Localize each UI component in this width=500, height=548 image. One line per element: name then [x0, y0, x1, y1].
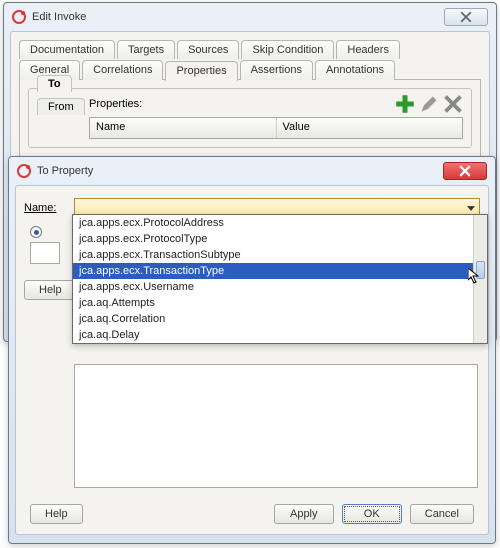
dropdown-item[interactable]: jca.aq.Delay [73, 327, 487, 343]
col-value[interactable]: Value [277, 118, 463, 138]
edit-invoke-title: Edit Invoke [32, 11, 444, 23]
tab-row-1: Documentation Targets Sources Skip Condi… [19, 40, 481, 59]
dropdown-item[interactable]: jca.aq.Correlation [73, 311, 487, 327]
edit-invoke-title-bar: Edit Invoke [4, 3, 496, 31]
oracle-icon [17, 164, 31, 178]
tab-documentation[interactable]: Documentation [19, 40, 115, 59]
subtab-to[interactable]: To [37, 75, 72, 92]
cancel-button[interactable]: Cancel [410, 504, 474, 524]
tab-annotations[interactable]: Annotations [315, 60, 395, 80]
pencil-icon [419, 94, 439, 114]
name-label: Name: [24, 202, 74, 214]
dropdown-item[interactable]: jca.aq.Attempts [73, 295, 487, 311]
dropdown-item[interactable]: jca.apps.ecx.ProtocolAddress [73, 215, 487, 231]
edit-button[interactable] [419, 95, 439, 113]
dropdown-item[interactable]: jca.apps.ecx.Username [73, 279, 487, 295]
properties-label: Properties: [89, 98, 142, 110]
close-icon [460, 11, 472, 23]
close-button[interactable] [444, 8, 488, 26]
close-icon [459, 165, 471, 177]
ok-button[interactable]: OK [342, 504, 402, 524]
properties-table[interactable]: Name Value [89, 117, 463, 139]
dropdown-item-selected[interactable]: jca.apps.ecx.TransactionType [73, 263, 487, 279]
tab-assertions[interactable]: Assertions [240, 60, 313, 80]
apply-button[interactable]: Apply [274, 504, 334, 524]
x-icon [443, 94, 463, 114]
preview-area [74, 364, 478, 488]
tab-headers[interactable]: Headers [336, 40, 400, 59]
col-name[interactable]: Name [90, 118, 277, 138]
value-radio[interactable] [30, 226, 42, 238]
close-button[interactable] [443, 162, 487, 180]
oracle-icon [12, 10, 26, 24]
scrollbar[interactable] [473, 215, 487, 343]
name-dropdown-list[interactable]: jca.apps.ecx.ProtocolAddress jca.apps.ec… [72, 214, 488, 344]
value-textbox[interactable] [30, 242, 60, 264]
tab-skip-condition[interactable]: Skip Condition [241, 40, 334, 59]
tab-row-2: General Correlations Properties Assertio… [19, 60, 481, 80]
dropdown-item[interactable]: jca.apps.ecx.TransactionSubtype [73, 247, 487, 263]
help-button-bottom[interactable]: Help [30, 504, 83, 524]
delete-button[interactable] [443, 95, 463, 113]
plus-icon [395, 94, 415, 114]
dropdown-item[interactable]: jca.apps.ecx.ProtocolType [73, 231, 487, 247]
tab-targets[interactable]: Targets [117, 40, 175, 59]
tab-properties[interactable]: Properties [165, 61, 237, 81]
help-button[interactable]: Help [24, 280, 77, 300]
scrollbar-thumb[interactable] [476, 261, 485, 279]
button-bar: Help Apply OK Cancel [30, 504, 474, 524]
to-property-title: To Property [37, 165, 443, 177]
tab-correlations[interactable]: Correlations [82, 60, 163, 80]
tab-sources[interactable]: Sources [177, 40, 239, 59]
subtab-from[interactable]: From [37, 98, 85, 115]
add-button[interactable] [395, 95, 415, 113]
to-property-title-bar: To Property [9, 157, 495, 185]
